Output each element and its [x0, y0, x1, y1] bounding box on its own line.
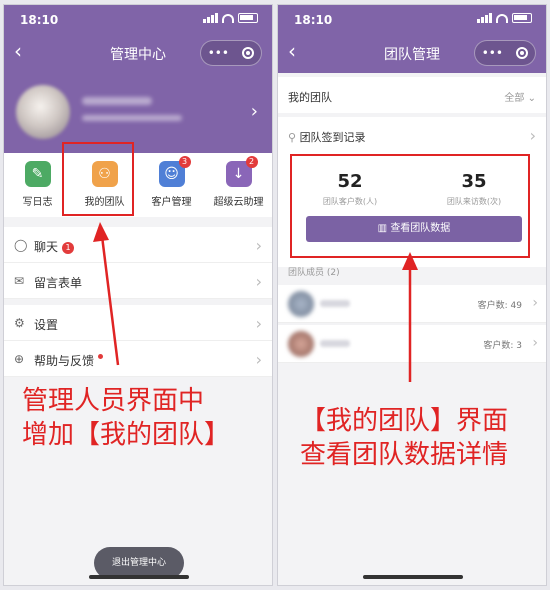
mini-program-capsule: ••• — [200, 40, 262, 66]
unread-badge: 1 — [62, 242, 75, 254]
close-target-icon[interactable] — [516, 47, 529, 59]
avatar — [288, 331, 314, 357]
members-section-title: 团队成员 (2) — [288, 268, 340, 278]
caption-left-line-2: 增加【我的团队】 — [22, 420, 231, 450]
shortcut-customer-management[interactable]: ☺ 3 客户管理 — [138, 153, 205, 217]
more-icon[interactable]: ••• — [208, 46, 229, 60]
nav-bar: ‹ 管理中心 ••• — [4, 33, 272, 73]
menu-group-1: ◯ 聊天 1 › ✉ 留言表单 › — [4, 227, 272, 299]
menu-item-message-form[interactable]: ✉ 留言表单 › — [4, 263, 272, 299]
status-icons — [477, 13, 532, 23]
list-item[interactable]: 客户数: 3 › — [278, 325, 546, 363]
menu-item-label: 设置 — [34, 318, 59, 332]
stage: 18:10 ‹ 管理中心 ••• › ✎ 写日志 ⚇ 我的团队 ☺ 3 客户管理… — [0, 0, 550, 590]
caption-left: 管理人员界面中 增加【我的团队】 — [22, 384, 230, 452]
chevron-right-icon: › — [529, 126, 536, 145]
chevron-right-icon: › — [255, 236, 262, 255]
more-icon[interactable]: ••• — [482, 46, 503, 60]
member-name-blurred — [320, 340, 350, 347]
pencil-icon: ✎ — [24, 161, 51, 187]
battery-icon — [512, 13, 532, 23]
customer-icon: ☺ 3 — [158, 156, 191, 187]
battery-icon — [238, 13, 258, 23]
avatar — [16, 85, 70, 139]
notification-badge: 3 — [178, 156, 191, 168]
avatar — [288, 291, 314, 317]
shortcut-bar: ✎ 写日志 ⚇ 我的团队 ☺ 3 客户管理 ↓ 2 超级云助理 — [4, 153, 272, 217]
phone-left-screen: 18:10 ‹ 管理中心 ••• › ✎ 写日志 ⚇ 我的团队 ☺ 3 客户管理… — [3, 4, 273, 586]
help-icon: ⊕ — [14, 352, 25, 366]
caption-right-line-2: 查看团队数据详情 — [300, 440, 509, 470]
menu-item-label: 帮助与反馈 — [34, 354, 95, 368]
chevron-right-icon: › — [532, 295, 538, 311]
status-time: 18:10 — [20, 13, 59, 27]
chevron-right-icon: › — [250, 101, 258, 122]
my-team-selector[interactable]: 我的团队 全部 ⌄ — [278, 77, 546, 113]
my-team-label: 我的团队 — [288, 91, 332, 104]
profile-card[interactable]: › — [4, 73, 272, 153]
chevron-right-icon: › — [532, 335, 538, 351]
shortcut-super-assistant[interactable]: ↓ 2 超级云助理 — [205, 153, 272, 217]
chat-icon: ◯ — [14, 238, 28, 252]
home-indicator — [89, 575, 189, 579]
unread-dot — [98, 354, 104, 359]
member-name-blurred — [320, 300, 350, 307]
highlight-box-team-stats — [290, 154, 530, 258]
status-bar: 18:10 — [4, 5, 272, 33]
shortcut-label: 超级云助理 — [213, 197, 264, 208]
chevron-down-icon: ⌄ — [527, 93, 536, 104]
status-time: 18:10 — [294, 13, 333, 27]
menu-item-label: 聊天 — [34, 240, 59, 254]
chevron-right-icon: › — [255, 314, 262, 333]
home-indicator — [363, 575, 463, 579]
status-icons — [203, 13, 258, 23]
chevron-right-icon: › — [255, 350, 262, 369]
caption-right-line-1: 【我的团队】界面 — [300, 406, 509, 436]
nav-bar: ‹ 团队管理 ••• — [278, 33, 546, 73]
wifi-icon — [496, 13, 508, 23]
signal-icon — [203, 13, 218, 23]
menu-item-label: 留言表单 — [34, 276, 83, 290]
notification-badge: 2 — [245, 156, 258, 168]
empty-area — [278, 365, 546, 585]
shortcut-label: 客户管理 — [151, 197, 192, 208]
checkin-label: 团队签到记录 — [299, 131, 366, 144]
phone-right-screen: 18:10 ‹ 团队管理 ••• 我的团队 全部 ⌄ ⚲ 团队签到记录 › 52… — [277, 4, 547, 586]
caption-left-line-1: 管理人员界面中 — [22, 386, 205, 416]
menu-item-settings[interactable]: ⚙ 设置 › — [4, 305, 272, 341]
close-target-icon[interactable] — [242, 47, 255, 59]
mail-icon: ✉ — [14, 274, 25, 288]
wifi-icon — [222, 13, 234, 23]
member-customer-count: 客户数: 49 — [477, 301, 522, 311]
profile-name-blurred — [82, 97, 152, 105]
menu-group-2: ⚙ 设置 › ⊕ 帮助与反馈 › — [4, 305, 272, 377]
status-bar: 18:10 — [278, 5, 546, 33]
menu-item-help-feedback[interactable]: ⊕ 帮助与反馈 › — [4, 341, 272, 377]
shortcut-write-log[interactable]: ✎ 写日志 — [4, 153, 71, 217]
caption-right: 【我的团队】界面 查看团队数据详情 — [300, 404, 508, 472]
team-checkin-record[interactable]: ⚲ 团队签到记录 › — [278, 117, 546, 153]
location-pin-icon: ⚲ — [288, 131, 297, 144]
mini-program-capsule: ••• — [474, 40, 536, 66]
download-icon: ↓ 2 — [225, 156, 258, 187]
chevron-right-icon: › — [255, 272, 262, 291]
profile-info-blurred — [82, 115, 182, 121]
list-item[interactable]: 客户数: 49 › — [278, 285, 546, 323]
menu-item-chat[interactable]: ◯ 聊天 1 › — [4, 227, 272, 263]
member-customer-count: 客户数: 3 — [483, 341, 522, 351]
shortcut-label: 写日志 — [22, 197, 53, 208]
gear-icon: ⚙ — [14, 316, 25, 330]
signal-icon — [477, 13, 492, 23]
highlight-box-my-team — [62, 142, 134, 216]
filter-label: 全部 — [504, 93, 525, 104]
